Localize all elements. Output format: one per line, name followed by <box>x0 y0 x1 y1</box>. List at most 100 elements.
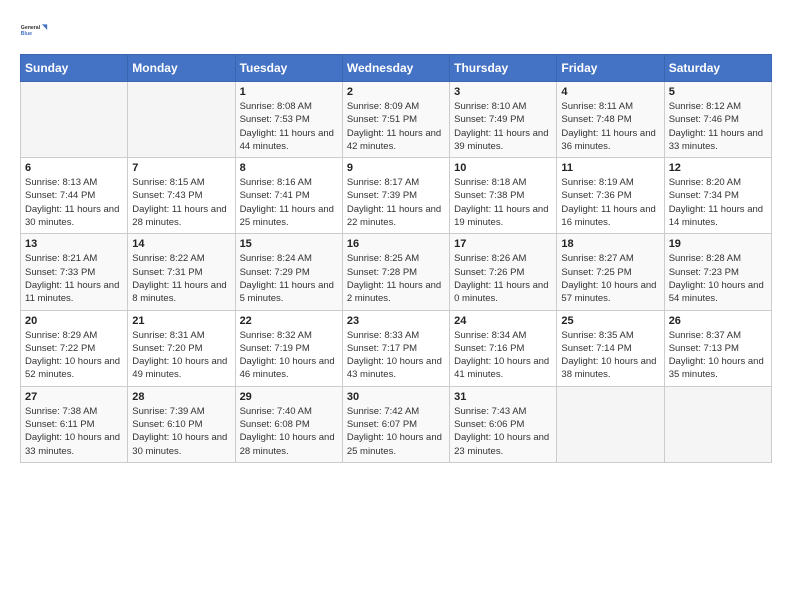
calendar-cell: 16 Sunrise: 8:25 AM Sunset: 7:28 PM Dayli… <box>342 234 449 310</box>
day-number: 13 <box>25 238 123 250</box>
day-info: Sunrise: 7:39 AM Sunset: 6:10 PM Dayligh… <box>132 405 230 458</box>
calendar-cell: 29 Sunrise: 7:40 AM Sunset: 6:08 PM Dayli… <box>235 386 342 462</box>
calendar-cell: 24 Sunrise: 8:34 AM Sunset: 7:16 PM Dayli… <box>450 310 557 386</box>
day-info: Sunrise: 8:17 AM Sunset: 7:39 PM Dayligh… <box>347 176 445 229</box>
day-number: 2 <box>347 86 445 98</box>
day-info: Sunrise: 8:34 AM Sunset: 7:16 PM Dayligh… <box>454 329 552 382</box>
day-number: 29 <box>240 391 338 403</box>
day-number: 14 <box>132 238 230 250</box>
calendar-cell: 25 Sunrise: 8:35 AM Sunset: 7:14 PM Dayli… <box>557 310 664 386</box>
calendar-cell <box>664 386 771 462</box>
day-info: Sunrise: 8:21 AM Sunset: 7:33 PM Dayligh… <box>25 252 123 305</box>
day-number: 28 <box>132 391 230 403</box>
calendar-cell: 6 Sunrise: 8:13 AM Sunset: 7:44 PM Daylig… <box>21 158 128 234</box>
day-info: Sunrise: 8:24 AM Sunset: 7:29 PM Dayligh… <box>240 252 338 305</box>
day-number: 16 <box>347 238 445 250</box>
calendar-cell: 30Sunrise: 7:42 AM Sunset: 6:07 PM Dayli… <box>342 386 449 462</box>
calendar-week-row: 1 Sunrise: 8:08 AM Sunset: 7:53 PM Daylig… <box>21 82 772 158</box>
day-info: Sunrise: 8:13 AM Sunset: 7:44 PM Dayligh… <box>25 176 123 229</box>
day-number: 11 <box>561 162 659 174</box>
day-info: Sunrise: 8:32 AM Sunset: 7:19 PM Dayligh… <box>240 329 338 382</box>
day-number: 12 <box>669 162 767 174</box>
day-number: 9 <box>347 162 445 174</box>
day-info: Sunrise: 7:40 AM Sunset: 6:08 PM Dayligh… <box>240 405 338 458</box>
calendar-cell: 12 Sunrise: 8:20 AM Sunset: 7:34 PM Dayli… <box>664 158 771 234</box>
calendar-cell: 13 Sunrise: 8:21 AM Sunset: 7:33 PM Dayli… <box>21 234 128 310</box>
day-number: 24 <box>454 315 552 327</box>
day-info: Sunrise: 8:29 AM Sunset: 7:22 PM Dayligh… <box>25 329 123 382</box>
day-info: Sunrise: 8:11 AM Sunset: 7:48 PM Dayligh… <box>561 100 659 153</box>
calendar-cell <box>557 386 664 462</box>
calendar-cell: 2Sunrise: 8:09 AM Sunset: 7:51 PM Daylig… <box>342 82 449 158</box>
svg-text:General: General <box>21 25 41 31</box>
day-number: 8 <box>240 162 338 174</box>
day-number: 20 <box>25 315 123 327</box>
day-info: Sunrise: 8:16 AM Sunset: 7:41 PM Dayligh… <box>240 176 338 229</box>
day-number: 26 <box>669 315 767 327</box>
page-header: GeneralBlue <box>20 16 772 44</box>
day-number: 27 <box>25 391 123 403</box>
weekday-header: Wednesday <box>342 55 449 82</box>
weekday-header: Friday <box>557 55 664 82</box>
weekday-header: Tuesday <box>235 55 342 82</box>
calendar-cell: 21Sunrise: 8:31 AM Sunset: 7:20 PM Dayli… <box>128 310 235 386</box>
calendar-table: SundayMondayTuesdayWednesdayThursdayFrid… <box>20 54 772 463</box>
day-number: 17 <box>454 238 552 250</box>
calendar-cell: 9 Sunrise: 8:17 AM Sunset: 7:39 PM Daylig… <box>342 158 449 234</box>
day-info: Sunrise: 8:20 AM Sunset: 7:34 PM Dayligh… <box>669 176 767 229</box>
day-info: Sunrise: 7:42 AM Sunset: 6:07 PM Dayligh… <box>347 405 445 458</box>
day-info: Sunrise: 8:27 AM Sunset: 7:25 PM Dayligh… <box>561 252 659 305</box>
day-info: Sunrise: 8:22 AM Sunset: 7:31 PM Dayligh… <box>132 252 230 305</box>
day-info: Sunrise: 8:25 AM Sunset: 7:28 PM Dayligh… <box>347 252 445 305</box>
calendar-cell: 10 Sunrise: 8:18 AM Sunset: 7:38 PM Dayli… <box>450 158 557 234</box>
day-number: 25 <box>561 315 659 327</box>
day-number: 5 <box>669 86 767 98</box>
calendar-cell: 18 Sunrise: 8:27 AM Sunset: 7:25 PM Dayli… <box>557 234 664 310</box>
day-number: 31 <box>454 391 552 403</box>
day-info: Sunrise: 8:10 AM Sunset: 7:49 PM Dayligh… <box>454 100 552 153</box>
day-info: Sunrise: 8:33 AM Sunset: 7:17 PM Dayligh… <box>347 329 445 382</box>
logo-icon: GeneralBlue <box>20 16 48 44</box>
day-info: Sunrise: 8:15 AM Sunset: 7:43 PM Dayligh… <box>132 176 230 229</box>
calendar-week-row: 6 Sunrise: 8:13 AM Sunset: 7:44 PM Daylig… <box>21 158 772 234</box>
day-number: 6 <box>25 162 123 174</box>
day-info: Sunrise: 8:26 AM Sunset: 7:26 PM Dayligh… <box>454 252 552 305</box>
day-number: 19 <box>669 238 767 250</box>
weekday-header: Saturday <box>664 55 771 82</box>
calendar-cell <box>21 82 128 158</box>
weekday-header: Thursday <box>450 55 557 82</box>
day-number: 1 <box>240 86 338 98</box>
day-number: 22 <box>240 315 338 327</box>
calendar-cell: 28 Sunrise: 7:39 AM Sunset: 6:10 PM Dayli… <box>128 386 235 462</box>
calendar-cell: 3 Sunrise: 8:10 AM Sunset: 7:49 PM Daylig… <box>450 82 557 158</box>
day-number: 23 <box>347 315 445 327</box>
svg-text:Blue: Blue <box>21 31 32 37</box>
calendar-cell: 7 Sunrise: 8:15 AM Sunset: 7:43 PM Daylig… <box>128 158 235 234</box>
calendar-cell: 4Sunrise: 8:11 AM Sunset: 7:48 PM Daylig… <box>557 82 664 158</box>
day-info: Sunrise: 8:28 AM Sunset: 7:23 PM Dayligh… <box>669 252 767 305</box>
day-info: Sunrise: 7:43 AM Sunset: 6:06 PM Dayligh… <box>454 405 552 458</box>
calendar-week-row: 13 Sunrise: 8:21 AM Sunset: 7:33 PM Dayli… <box>21 234 772 310</box>
calendar-cell: 19 Sunrise: 8:28 AM Sunset: 7:23 PM Dayli… <box>664 234 771 310</box>
calendar-cell: 27Sunrise: 7:38 AM Sunset: 6:11 PM Dayli… <box>21 386 128 462</box>
calendar-cell: 14 Sunrise: 8:22 AM Sunset: 7:31 PM Dayli… <box>128 234 235 310</box>
day-info: Sunrise: 8:08 AM Sunset: 7:53 PM Dayligh… <box>240 100 338 153</box>
calendar-cell: 5 Sunrise: 8:12 AM Sunset: 7:46 PM Daylig… <box>664 82 771 158</box>
day-number: 7 <box>132 162 230 174</box>
calendar-week-row: 20 Sunrise: 8:29 AM Sunset: 7:22 PM Dayli… <box>21 310 772 386</box>
calendar-cell: 26Sunrise: 8:37 AM Sunset: 7:13 PM Dayli… <box>664 310 771 386</box>
day-info: Sunrise: 8:35 AM Sunset: 7:14 PM Dayligh… <box>561 329 659 382</box>
weekday-header: Sunday <box>21 55 128 82</box>
calendar-cell: 23 Sunrise: 8:33 AM Sunset: 7:17 PM Dayli… <box>342 310 449 386</box>
calendar-cell: 8 Sunrise: 8:16 AM Sunset: 7:41 PM Daylig… <box>235 158 342 234</box>
calendar-cell: 1 Sunrise: 8:08 AM Sunset: 7:53 PM Daylig… <box>235 82 342 158</box>
logo: GeneralBlue <box>20 16 48 44</box>
day-info: Sunrise: 8:18 AM Sunset: 7:38 PM Dayligh… <box>454 176 552 229</box>
day-info: Sunrise: 8:19 AM Sunset: 7:36 PM Dayligh… <box>561 176 659 229</box>
day-number: 3 <box>454 86 552 98</box>
day-number: 18 <box>561 238 659 250</box>
calendar-cell: 17 Sunrise: 8:26 AM Sunset: 7:26 PM Dayli… <box>450 234 557 310</box>
day-info: Sunrise: 8:12 AM Sunset: 7:46 PM Dayligh… <box>669 100 767 153</box>
day-info: Sunrise: 8:31 AM Sunset: 7:20 PM Dayligh… <box>132 329 230 382</box>
day-number: 10 <box>454 162 552 174</box>
